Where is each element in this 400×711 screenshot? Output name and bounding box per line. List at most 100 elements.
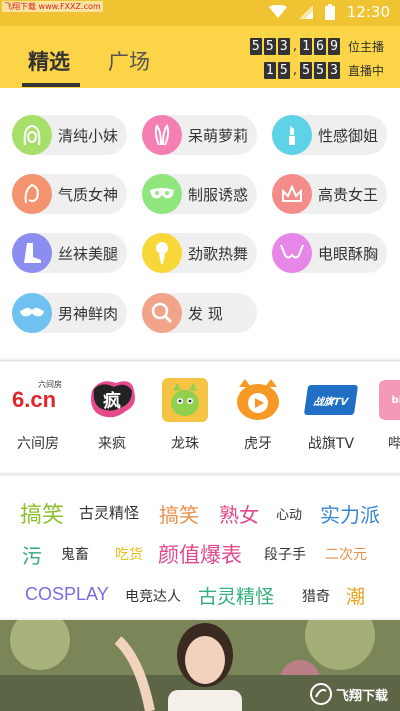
tag-cloud: 搞笑 古灵精怪 搞笑 熟女 心动 实力派 污 鬼畜 吃货 颜值爆表 段子手 二次… bbox=[0, 476, 400, 618]
status-time: 12:30 bbox=[346, 3, 390, 21]
category-queen[interactable]: 高贵女王 bbox=[272, 174, 387, 214]
watermark-text: 飞翔下载 bbox=[335, 688, 388, 704]
platform-huya[interactable]: 虎牙 bbox=[223, 377, 293, 453]
wifi-icon bbox=[268, 5, 287, 18]
category-goddess[interactable]: 气质女神 bbox=[12, 174, 127, 214]
counter-digit: 1 bbox=[299, 38, 312, 55]
platform-laifeng[interactable]: 疯 来疯 bbox=[77, 377, 147, 453]
counter-digit: 9 bbox=[327, 38, 340, 55]
tag-item[interactable]: 污 bbox=[22, 540, 42, 569]
counter-digit: 5 bbox=[249, 38, 262, 55]
tag-item[interactable]: 心动 bbox=[276, 504, 302, 523]
tag-item[interactable]: 潮 bbox=[346, 582, 365, 609]
category-label: 劲歌热舞 bbox=[188, 244, 249, 263]
laifeng-logo: 疯 bbox=[86, 377, 138, 423]
platform-label: 虎牙 bbox=[244, 436, 272, 452]
category-label: 气质女神 bbox=[58, 185, 119, 204]
category-panel: 清纯小妹 呆萌萝莉 性感御姐 气质女神 制服诱惑 高贵女王 丝袜美腿 劲歌热舞 … bbox=[0, 88, 400, 358]
category-uniform[interactable]: 制服诱惑 bbox=[142, 174, 257, 214]
header: 精选 广场 5 5 3 , 1 6 9 位主播 1 5 , 5 5 3 直播中 bbox=[0, 26, 400, 88]
promo-banner[interactable]: 飞翔下载 bbox=[0, 620, 400, 711]
tag-item[interactable]: COSPLAY bbox=[25, 584, 109, 605]
tab-plaza[interactable]: 广场 bbox=[108, 46, 150, 76]
tag-item[interactable]: 古灵精怪 bbox=[79, 502, 139, 523]
tag-item[interactable]: 颜值爆表 bbox=[158, 539, 242, 569]
category-discover[interactable]: 发 现 bbox=[142, 293, 257, 333]
banner-watermark: 飞翔下载 bbox=[309, 683, 388, 705]
logo-text: 疯 bbox=[103, 391, 121, 412]
status-bar: 飞翔下载 www.FXXZ.com 12:30 bbox=[0, 0, 400, 26]
battery-icon bbox=[324, 4, 335, 20]
live-counter-label: 直播中 bbox=[347, 64, 384, 78]
counter-digit: 3 bbox=[327, 62, 340, 79]
tag-item[interactable]: 搞笑 bbox=[159, 499, 199, 528]
category-label: 呆萌萝莉 bbox=[188, 126, 249, 145]
platform-label: 来疯 bbox=[98, 436, 126, 452]
tag-item[interactable]: 古灵精怪 bbox=[198, 582, 274, 609]
tag-item[interactable]: 搞笑 bbox=[20, 497, 64, 529]
platform-zhanqi[interactable]: 战旗TV 战旗TV bbox=[296, 377, 366, 453]
category-cute-loli[interactable]: 呆萌萝莉 bbox=[142, 115, 257, 155]
live-counter: 1 5 , 5 5 3 直播中 bbox=[263, 62, 384, 79]
counter-digit: 5 bbox=[277, 62, 290, 79]
platform-row: 六间房 6.cn 六间房 疯 来疯 龙珠 虎牙 战旗TV 战旗TV b 哔 bbox=[0, 362, 400, 472]
tag-item[interactable]: 吃货 bbox=[115, 544, 143, 564]
tag-item[interactable]: 鬼畜 bbox=[61, 544, 89, 564]
counter-digit: 5 bbox=[263, 38, 276, 55]
category-label: 清纯小妹 bbox=[58, 126, 119, 145]
magnifier-icon bbox=[142, 293, 182, 333]
mustache-icon bbox=[12, 293, 52, 333]
platform-liujianfang[interactable]: 六间房 6.cn 六间房 bbox=[3, 377, 73, 453]
category-sexy-lady[interactable]: 性感御姐 bbox=[272, 115, 387, 155]
mask-icon bbox=[142, 174, 182, 214]
tag-item[interactable]: 二次元 bbox=[325, 544, 367, 564]
category-label: 性感御姐 bbox=[318, 126, 379, 145]
divider bbox=[0, 474, 400, 475]
category-label: 制服诱惑 bbox=[188, 185, 249, 204]
crown-icon bbox=[272, 174, 312, 214]
counter-comma: , bbox=[292, 39, 297, 54]
liujianfang-logo: 六间房 6.cn bbox=[12, 377, 64, 423]
tab-featured[interactable]: 精选 bbox=[28, 46, 70, 76]
category-label: 发 现 bbox=[188, 304, 223, 323]
counter-digit: 1 bbox=[263, 62, 276, 79]
logo-text: 战旗TV bbox=[312, 396, 349, 408]
tag-item[interactable]: 段子手 bbox=[264, 544, 306, 564]
anchor-counter-label: 位主播 bbox=[347, 40, 384, 54]
bunny-ears-icon bbox=[142, 115, 182, 155]
category-male-idol[interactable]: 男神鲜肉 bbox=[12, 293, 127, 333]
category-eyes[interactable]: 电眼酥胸 bbox=[272, 233, 387, 273]
counter-digit: 5 bbox=[313, 62, 326, 79]
watermark-text: 飞翔下载 www.FXXZ.com bbox=[2, 1, 103, 12]
tag-item[interactable]: 熟女 bbox=[219, 499, 259, 528]
zhanqi-logo: 战旗TV bbox=[303, 377, 359, 423]
tag-item[interactable]: 电竞达人 bbox=[125, 586, 181, 606]
category-label: 丝袜美腿 bbox=[58, 244, 119, 263]
lipstick-icon bbox=[272, 115, 312, 155]
counter-digit: 3 bbox=[277, 38, 290, 55]
watermark-logo-icon bbox=[309, 683, 332, 705]
category-pure-girl[interactable]: 清纯小妹 bbox=[12, 115, 127, 155]
platform-label: 哔 bbox=[388, 436, 400, 452]
logo-text: bili bbox=[391, 394, 400, 406]
counter-digit: 5 bbox=[299, 62, 312, 79]
divider bbox=[0, 360, 400, 361]
goddess-face-icon bbox=[12, 174, 52, 214]
tag-item[interactable]: 实力派 bbox=[320, 499, 380, 528]
logo-text: 6.cn bbox=[12, 387, 57, 412]
category-label: 电眼酥胸 bbox=[318, 244, 379, 263]
category-stockings[interactable]: 丝袜美腿 bbox=[12, 233, 127, 273]
girl-face-icon bbox=[12, 115, 52, 155]
platform-label: 六间房 bbox=[17, 436, 59, 452]
tag-item[interactable]: 猎奇 bbox=[302, 586, 330, 606]
anchor-counter: 5 5 3 , 1 6 9 位主播 bbox=[249, 38, 384, 55]
microphone-icon bbox=[142, 233, 182, 273]
dragon-logo-icon bbox=[159, 377, 211, 423]
counter-digit: 6 bbox=[313, 38, 326, 55]
category-dance[interactable]: 劲歌热舞 bbox=[142, 233, 257, 273]
bra-icon bbox=[272, 233, 312, 273]
platform-bilibili[interactable]: bili 哔 bbox=[370, 377, 400, 453]
platform-longzhu[interactable]: 龙珠 bbox=[150, 377, 220, 453]
boot-icon bbox=[12, 233, 52, 273]
category-label: 男神鲜肉 bbox=[58, 304, 119, 323]
